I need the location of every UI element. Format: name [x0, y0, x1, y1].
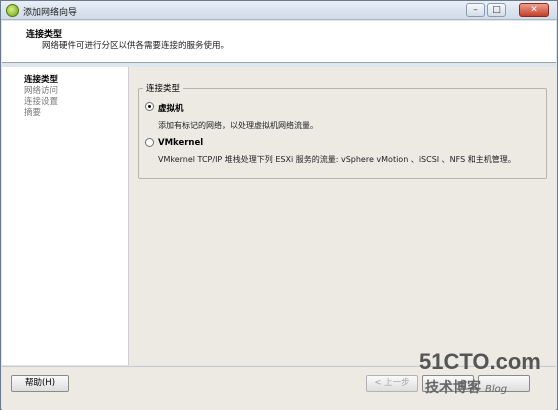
page-subtitle: 网络硬件可进行分区以供各需要连接的服务使用。: [42, 41, 230, 51]
step-summary: 摘要: [24, 108, 42, 118]
help-button[interactable]: 帮助(H): [11, 375, 69, 392]
back-button[interactable]: < 上一步: [366, 375, 418, 392]
vmkernel-option-label[interactable]: VMkernel: [158, 138, 203, 148]
window-title: 添加网络向导: [23, 8, 78, 18]
vm-radio[interactable]: [145, 102, 154, 111]
cancel-button[interactable]: [478, 375, 530, 392]
vmkernel-radio[interactable]: [145, 138, 154, 147]
wizard-header: 连接类型 网络硬件可进行分区以供各需要连接的服务使用。: [2, 21, 556, 63]
wizard-content: 连接类型 虚拟机 添加有标记的网络，以处理虚拟机网络流量。 VMkernel V…: [128, 67, 556, 365]
close-button[interactable]: ✕: [519, 3, 549, 17]
maximize-button[interactable]: □: [487, 3, 506, 17]
vmkernel-option-description: VMkernel TCP/IP 堆栈处理下列 ESXi 服务的流量: vSphe…: [158, 155, 516, 164]
vm-option-label[interactable]: 虚拟机: [158, 102, 184, 114]
group-title: 连接类型: [143, 82, 184, 94]
wizard-window: 添加网络向导 – □ ✕ 连接类型 网络硬件可进行分区以供各需要连接的服务使用。…: [0, 0, 558, 410]
vm-option-description: 添加有标记的网络，以处理虚拟机网络流量。: [158, 121, 318, 130]
wizard-step-list: 连接类型 网络访问 连接设置 摘要: [2, 67, 128, 365]
title-bar[interactable]: 添加网络向导 – □ ✕: [1, 1, 557, 20]
minimize-button[interactable]: –: [466, 3, 485, 17]
connection-type-group: [138, 88, 547, 179]
vsphere-app-icon: [6, 4, 19, 17]
wizard-footer: 帮助(H) < 上一步: [2, 366, 556, 410]
next-button[interactable]: [422, 375, 474, 392]
